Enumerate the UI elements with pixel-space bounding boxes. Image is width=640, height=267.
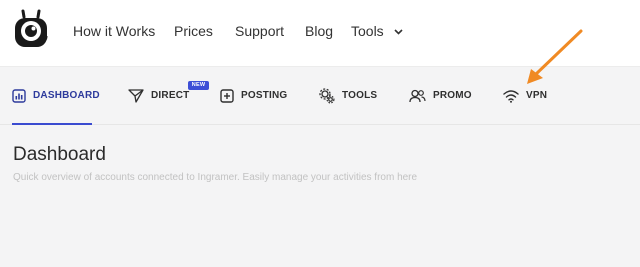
nav-prices[interactable]: Prices [174, 23, 213, 39]
tab-promo-label: PROMO [433, 90, 472, 101]
nav-support[interactable]: Support [235, 23, 284, 39]
send-icon [128, 88, 144, 103]
new-badge: NEW [188, 81, 209, 90]
tab-posting-label: POSTING [241, 90, 288, 101]
active-tab-indicator [12, 123, 92, 125]
logo-robot-icon[interactable] [11, 9, 51, 51]
tab-direct[interactable]: DIRECT [128, 67, 189, 124]
tab-vpn[interactable]: VPN [503, 67, 547, 124]
chevron-down-icon [394, 29, 403, 35]
page-title: Dashboard [13, 144, 106, 165]
plus-square-icon [220, 88, 234, 103]
nav-tools-label: Tools [351, 23, 384, 39]
nav-tools-dropdown[interactable]: Tools [351, 23, 403, 39]
main-tab-bar: DASHBOARD DIRECT POSTING TOOLS PROMO VPN [0, 67, 640, 125]
nav-how-it-works[interactable]: How it Works [73, 23, 155, 39]
nav-blog[interactable]: Blog [305, 23, 333, 39]
tab-dashboard[interactable]: DASHBOARD [12, 67, 100, 124]
gears-icon [319, 87, 335, 104]
dashboard-icon [12, 88, 26, 103]
tab-vpn-label: VPN [526, 90, 548, 101]
tab-tools-label: TOOLS [342, 90, 378, 101]
page-subtitle: Quick overview of accounts connected to … [13, 172, 418, 183]
tab-dashboard-label: DASHBOARD [33, 90, 100, 101]
tab-direct-label: DIRECT [151, 90, 190, 101]
tab-promo[interactable]: PROMO [409, 67, 472, 124]
top-header: How it Works Prices Support Blog Tools [0, 0, 640, 67]
users-icon [409, 89, 426, 102]
tab-posting[interactable]: POSTING [220, 67, 287, 124]
wifi-icon [503, 89, 519, 103]
tab-tools[interactable]: TOOLS [319, 67, 377, 124]
